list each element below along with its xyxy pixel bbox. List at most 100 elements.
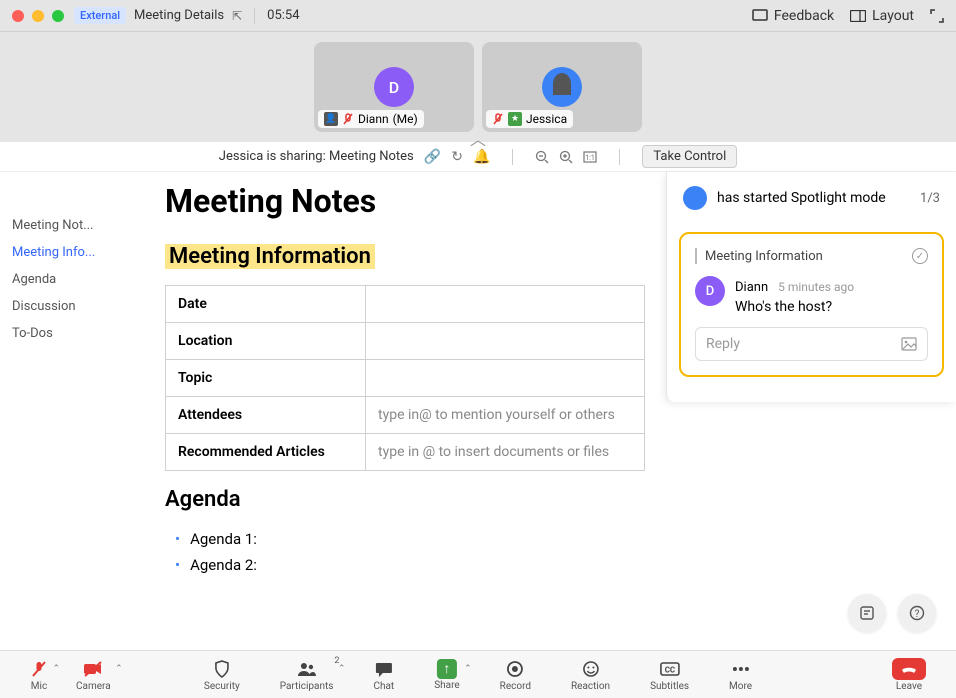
camera-button[interactable]: Camera ⌃ xyxy=(66,658,121,692)
zoom-out-icon[interactable] xyxy=(535,150,549,164)
list-item[interactable]: Agenda 1: xyxy=(165,526,916,552)
mic-muted-icon xyxy=(492,113,504,125)
doc-heading-agenda: Agenda xyxy=(165,487,916,512)
table-row: Topic xyxy=(166,360,645,397)
row-value[interactable] xyxy=(366,323,645,360)
mic-label: Mic xyxy=(31,681,47,692)
spotlight-message: has started Spotlight mode xyxy=(717,190,886,206)
participants-label: Participants xyxy=(280,681,334,692)
refresh-icon[interactable]: ↻ xyxy=(451,149,463,165)
take-control-button[interactable]: Take Control xyxy=(642,145,737,168)
meeting-timer: 05:54 xyxy=(267,8,299,23)
emoji-icon xyxy=(582,658,600,680)
layout-icon xyxy=(850,10,866,22)
list-item[interactable]: Agenda 2: xyxy=(165,552,916,578)
chat-button[interactable]: Chat xyxy=(363,658,404,692)
share-button[interactable]: ↑ Share ⌃ xyxy=(424,658,469,692)
close-window-icon[interactable] xyxy=(12,10,24,22)
subtitles-button[interactable]: CC Subtitles xyxy=(640,658,699,692)
comment-quote-text: Meeting Information xyxy=(705,249,823,264)
chevron-up-icon[interactable]: ⌃ xyxy=(52,664,60,674)
external-badge: External xyxy=(74,7,126,24)
expand-icon[interactable] xyxy=(930,9,944,23)
video-tile-presenter[interactable]: ★ Jessica xyxy=(482,42,642,132)
notes-fab[interactable] xyxy=(848,594,886,632)
user-icon: 👤 xyxy=(324,112,338,126)
table-row: Attendeestype in@ to mention yourself or… xyxy=(166,397,645,434)
meeting-info-table: Date Location Topic Attendeestype in@ to… xyxy=(165,285,645,471)
minimize-window-icon[interactable] xyxy=(32,10,44,22)
table-row: Date xyxy=(166,286,645,323)
svg-text:1:1: 1:1 xyxy=(586,154,596,162)
reaction-button[interactable]: Reaction xyxy=(561,658,620,692)
comment-card[interactable]: Meeting Information ✓ D Diann 5 minutes … xyxy=(679,232,944,377)
feedback-icon xyxy=(752,9,768,23)
security-button[interactable]: Security xyxy=(194,658,250,692)
floating-actions: ? xyxy=(848,594,936,632)
outline-item[interactable]: Meeting Not... xyxy=(12,212,120,239)
image-icon[interactable] xyxy=(901,337,917,351)
chevron-up-icon[interactable]: ⌃ xyxy=(464,664,472,674)
feedback-label: Feedback xyxy=(774,8,834,24)
popout-icon[interactable]: ⇱ xyxy=(232,9,242,23)
chevron-up-icon[interactable]: ⌃ xyxy=(115,664,123,674)
leave-label: Leave xyxy=(896,681,922,692)
layout-button[interactable]: Layout xyxy=(850,8,914,24)
chevron-up-icon[interactable]: ⌃ xyxy=(338,664,346,674)
collapse-handle-icon[interactable]: ︿ xyxy=(470,126,486,150)
more-button[interactable]: More xyxy=(719,658,762,692)
notify-icon[interactable]: 🔔 xyxy=(473,149,490,165)
reply-input[interactable]: Reply xyxy=(695,327,928,361)
outline-item[interactable]: Discussion xyxy=(12,293,120,320)
nameplate: 👤 Diann (Me) xyxy=(318,110,424,128)
zoom-in-icon[interactable] xyxy=(559,150,573,164)
feedback-button[interactable]: Feedback xyxy=(752,8,834,24)
record-icon xyxy=(506,658,524,680)
video-tile-area: D 👤 Diann (Me) ★ Jessica ︿ xyxy=(0,32,956,142)
outline-sidebar: Meeting Not... Meeting Info... Agenda Di… xyxy=(0,172,120,650)
share-label: Share xyxy=(434,680,459,691)
row-value[interactable] xyxy=(366,360,645,397)
meeting-toolbar: Mic ⌃ Camera ⌃ Security 2 Participants ⌃ xyxy=(0,650,956,698)
video-tile-self[interactable]: D 👤 Diann (Me) xyxy=(314,42,474,132)
share-icon: ↑ xyxy=(437,659,457,679)
spotlight-counter: 1/3 xyxy=(920,191,940,206)
avatar: D xyxy=(695,276,725,306)
table-row: Location xyxy=(166,323,645,360)
ellipsis-icon xyxy=(732,658,750,680)
row-placeholder[interactable]: type in @ to insert documents or files xyxy=(366,434,645,471)
tile-name: Diann xyxy=(358,112,389,126)
tile-me-suffix: (Me) xyxy=(393,112,418,126)
link-icon[interactable]: 🔗 xyxy=(424,149,441,165)
nameplate: ★ Jessica xyxy=(486,110,573,128)
row-placeholder[interactable]: type in@ to mention yourself or others xyxy=(366,397,645,434)
divider xyxy=(619,149,620,165)
help-fab[interactable]: ? xyxy=(898,594,936,632)
avatar xyxy=(542,67,582,107)
record-button[interactable]: Record xyxy=(490,658,541,692)
agenda-list: Agenda 1: Agenda 2: xyxy=(165,526,916,578)
more-label: More xyxy=(729,681,752,692)
row-label: Recommended Articles xyxy=(166,434,366,471)
outline-item[interactable]: To-Dos xyxy=(12,320,120,347)
row-value[interactable] xyxy=(366,286,645,323)
table-row: Recommended Articlestype in @ to insert … xyxy=(166,434,645,471)
host-badge-icon: ★ xyxy=(508,112,522,126)
participants-button[interactable]: 2 Participants ⌃ xyxy=(270,658,344,692)
security-label: Security xyxy=(204,681,240,692)
row-label: Location xyxy=(166,323,366,360)
outline-item[interactable]: Agenda xyxy=(12,266,120,293)
resolve-icon[interactable]: ✓ xyxy=(912,248,928,264)
fit-icon[interactable]: 1:1 xyxy=(583,151,597,163)
svg-text:CC: CC xyxy=(664,665,674,674)
comment-quote: Meeting Information ✓ xyxy=(695,248,928,264)
mic-button[interactable]: Mic ⌃ xyxy=(20,658,58,692)
row-label: Date xyxy=(166,286,366,323)
comment-panel: has started Spotlight mode 1/3 Meeting I… xyxy=(666,172,956,402)
layout-label: Layout xyxy=(872,8,914,24)
reply-placeholder: Reply xyxy=(706,336,740,352)
subtitles-label: Subtitles xyxy=(650,681,689,692)
leave-button[interactable]: Leave xyxy=(882,658,936,692)
fullscreen-window-icon[interactable] xyxy=(52,10,64,22)
outline-item[interactable]: Meeting Info... xyxy=(12,239,120,266)
